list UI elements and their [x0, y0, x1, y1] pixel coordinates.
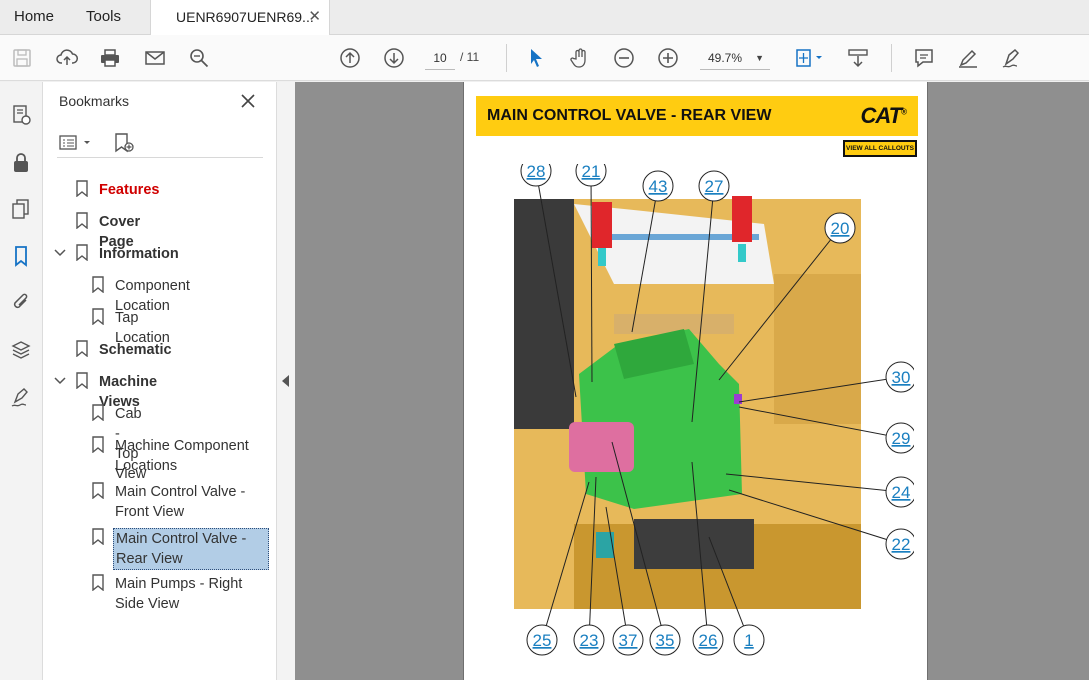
attachment-icon[interactable]	[8, 289, 34, 315]
callout-number[interactable]: 28	[527, 164, 546, 181]
callout-number[interactable]: 35	[656, 631, 675, 650]
callout-number[interactable]: 20	[831, 219, 850, 238]
bookmark-label: Features	[99, 182, 160, 198]
select-arrow-icon[interactable]	[524, 46, 548, 70]
close-icon[interactable]	[238, 91, 258, 111]
sign-icon[interactable]	[1000, 46, 1024, 70]
hand-tool-icon[interactable]	[568, 46, 592, 70]
email-icon[interactable]	[143, 46, 167, 70]
page-banner: MAIN CONTROL VALVE - REAR VIEW CAT®	[476, 96, 918, 136]
bookmark-label: Information	[99, 246, 179, 262]
zoom-out-icon[interactable]	[612, 46, 636, 70]
callout-number[interactable]: 30	[892, 368, 911, 387]
bookmark-label: Main Control Valve - Rear View	[113, 528, 269, 570]
page-thumbnails-icon[interactable]	[8, 102, 34, 128]
registered-mark: ®	[901, 107, 907, 117]
signature-icon[interactable]	[8, 384, 34, 410]
cat-logo-text: CAT	[860, 103, 903, 128]
cat-logo: CAT®	[861, 103, 907, 129]
callout-number[interactable]: 24	[892, 483, 911, 502]
page-number-input[interactable]	[425, 46, 455, 70]
callout-number[interactable]: 37	[619, 631, 638, 650]
teal-fitting	[596, 532, 614, 558]
callout-number[interactable]: 21	[582, 164, 601, 181]
tab-document[interactable]: UENR6907UENR69... ✕	[150, 0, 330, 36]
panel-splitter[interactable]	[276, 82, 295, 680]
pdf-page: MAIN CONTROL VALVE - REAR VIEW CAT® VIEW…	[463, 82, 928, 680]
bookmark-panel-icon[interactable]	[8, 243, 34, 269]
cab-panel	[514, 199, 574, 429]
collapse-panel-icon[interactable]	[282, 375, 289, 387]
bookmark-label: Machine Component Locations	[115, 438, 249, 474]
tab-tools[interactable]: Tools	[86, 0, 121, 35]
chevron-down-icon	[54, 377, 66, 385]
callout-number[interactable]: 1	[744, 631, 753, 650]
callout-number[interactable]: 43	[649, 177, 668, 196]
callout-number[interactable]: 25	[533, 631, 552, 650]
new-bookmark-icon[interactable]	[113, 132, 135, 154]
frame-opening	[634, 519, 754, 569]
highlight-pen-icon[interactable]	[956, 46, 980, 70]
copy-pages-icon[interactable]	[8, 196, 34, 222]
tab-home[interactable]: Home	[14, 0, 54, 35]
bookmark-options-button[interactable]	[59, 132, 93, 154]
lock-icon[interactable]	[8, 150, 34, 176]
tank-panel	[774, 274, 861, 424]
purple-port	[734, 394, 742, 404]
zoom-level-select[interactable]: 49.7% ▼	[700, 46, 770, 70]
cloud-upload-icon[interactable]	[55, 46, 79, 70]
red-valve-left	[592, 202, 612, 248]
bookmark-toolbar	[57, 128, 263, 158]
callout-number[interactable]: 23	[580, 631, 599, 650]
bookmark-label: Schematic	[99, 342, 172, 358]
print-icon[interactable]	[98, 46, 122, 70]
save-icon[interactable]	[10, 46, 34, 70]
valve-illustration: 28 21 43 27 20 30 29 24 22 25 23 37 35 26 1	[514, 164, 914, 656]
page-total: / 11	[460, 50, 480, 64]
toolbar-divider	[506, 44, 507, 72]
document-view[interactable]: MAIN CONTROL VALVE - REAR VIEW CAT® VIEW…	[295, 82, 1089, 680]
callout-number[interactable]: 26	[699, 631, 718, 650]
zoom-in-icon[interactable]	[656, 46, 680, 70]
cyan-fitting-right	[738, 244, 746, 262]
bookmark-label: Main Control Valve - Front View	[115, 484, 246, 520]
red-valve-right	[732, 196, 752, 242]
fit-page-icon[interactable]	[792, 46, 826, 70]
scroll-mode-icon[interactable]	[846, 46, 870, 70]
pink-section	[569, 422, 634, 472]
callout-number[interactable]: 29	[892, 429, 911, 448]
main-toolbar: / 11 49.7% ▼	[0, 35, 1089, 81]
layers-icon[interactable]	[8, 337, 34, 363]
next-page-icon[interactable]	[382, 46, 406, 70]
chevron-down-icon	[54, 249, 66, 257]
bookmarks-panel: Bookmarks Features Cover Page Informatio…	[43, 82, 276, 680]
tab-document-title: UENR6907UENR69...	[176, 9, 314, 25]
previous-page-icon[interactable]	[338, 46, 362, 70]
tab-bar: Home Tools UENR6907UENR69... ✕	[0, 0, 1089, 36]
page-title: MAIN CONTROL VALVE - REAR VIEW	[487, 107, 772, 124]
view-all-callouts-button[interactable]: VIEW ALL CALLOUTS	[843, 140, 917, 157]
cyan-fitting-left	[598, 248, 606, 266]
chevron-down-icon: ▼	[755, 53, 764, 63]
navigation-rail	[0, 82, 43, 680]
panel-title: Bookmarks	[59, 93, 130, 109]
bookmark-label: Main Pumps - Right Side View	[115, 576, 243, 612]
close-icon[interactable]: ✕	[308, 0, 321, 34]
callout-number[interactable]: 22	[892, 535, 911, 554]
zoom-level-value: 49.7%	[708, 51, 743, 65]
comment-icon[interactable]	[912, 46, 936, 70]
toolbar-divider	[891, 44, 892, 72]
search-zoom-icon[interactable]	[187, 46, 211, 70]
callout-number[interactable]: 27	[705, 177, 724, 196]
